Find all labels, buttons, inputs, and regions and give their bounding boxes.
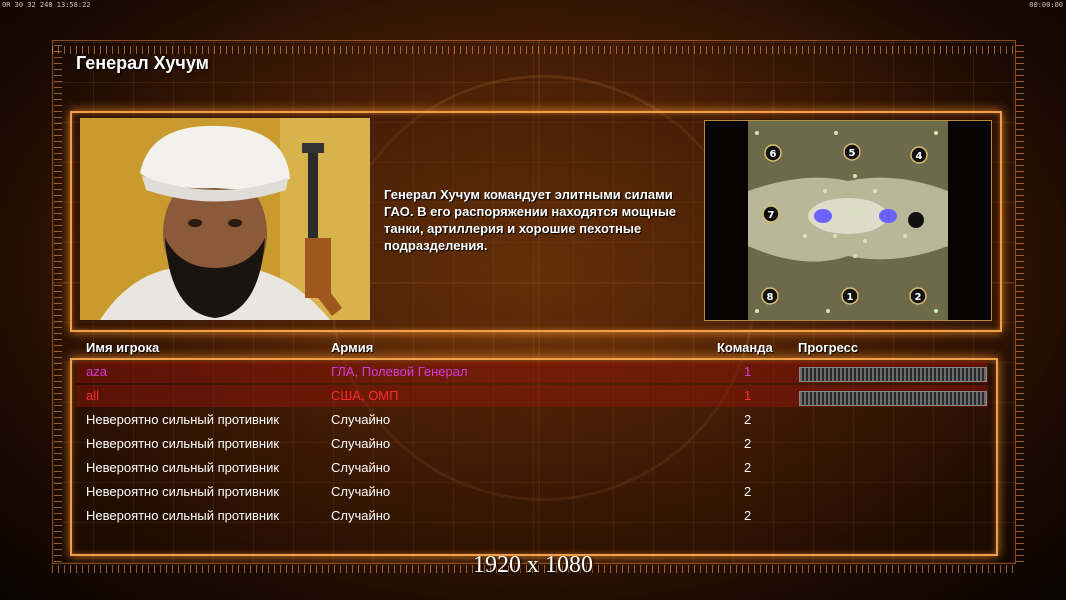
ruler-left	[54, 40, 62, 562]
player-team: 1	[744, 388, 752, 403]
player-team: 1	[744, 364, 752, 379]
player-row: Невероятно сильный противник Случайно 2	[76, 409, 988, 431]
player-name: Невероятно сильный противник	[86, 436, 280, 451]
player-army: США, ОМП	[331, 388, 399, 403]
column-header-team: Команда	[717, 340, 773, 355]
general-portrait	[80, 118, 370, 320]
map-slot-label: 5	[849, 148, 856, 159]
debug-bar: 0R 30 32 240 13:58:22 00:00:00	[0, 0, 1066, 10]
player-row: Невероятно сильный противник Случайно 2	[76, 457, 988, 479]
player-team: 2	[744, 508, 752, 523]
player-name: Невероятно сильный противник	[86, 484, 280, 499]
player-army: Случайно	[331, 508, 391, 523]
map-slot-label: 8	[767, 292, 774, 303]
player-name: Невероятно сильный противник	[86, 508, 280, 523]
page-title: Генерал Хучум	[76, 53, 209, 73]
map-slot-label: 2	[915, 292, 922, 303]
map-slot-label: 4	[916, 151, 923, 162]
player-team: 2	[744, 436, 752, 451]
debug-stats: 0R 30 32 240 13:58:22	[2, 1, 91, 9]
player-name: aza	[86, 364, 107, 379]
player-name: Невероятно сильный противник	[86, 412, 280, 427]
player-army: Случайно	[331, 412, 391, 427]
player-team: 2	[744, 412, 752, 427]
resolution-label: 1920 x 1080	[473, 552, 593, 578]
player-name: all	[86, 388, 100, 403]
player-name: Невероятно сильный противник	[86, 460, 280, 475]
player-army: Случайно	[331, 460, 391, 475]
player-team: 2	[744, 484, 752, 499]
player-row: Невероятно сильный противник Случайно 2	[76, 433, 988, 455]
player-progress-bar	[799, 391, 987, 406]
player-army: ГЛА, Полевой Генерал	[331, 364, 468, 379]
general-description: Генерал Хучум командует элитными силами …	[384, 187, 677, 253]
player-row: Невероятно сильный противник Случайно 2	[76, 481, 988, 503]
map-slot-label: 1	[847, 292, 854, 303]
column-header-name: Имя игрока	[86, 340, 160, 355]
player-row: all США, ОМП 1	[76, 385, 988, 407]
map-preview[interactable]: 6 5 4 7 8 1 2	[704, 120, 992, 321]
ruler-right	[1016, 40, 1024, 562]
player-army: Случайно	[331, 436, 391, 451]
column-header-army: Армия	[331, 340, 374, 355]
player-team: 2	[744, 460, 752, 475]
map-slot-label: 7	[768, 210, 775, 221]
player-row: Невероятно сильный противник Случайно 2	[76, 505, 988, 527]
column-header-progress: Прогресс	[798, 340, 859, 355]
map-slot-label: 6	[770, 149, 777, 160]
player-army: Случайно	[331, 484, 391, 499]
map-preview-image: 6 5 4 7 8 1 2	[748, 121, 948, 320]
player-row: aza ГЛА, Полевой Генерал 1	[76, 361, 988, 383]
debug-timer: 00:00:00	[1029, 1, 1063, 9]
general-portrait-image	[80, 118, 370, 320]
player-progress-bar	[799, 367, 987, 382]
